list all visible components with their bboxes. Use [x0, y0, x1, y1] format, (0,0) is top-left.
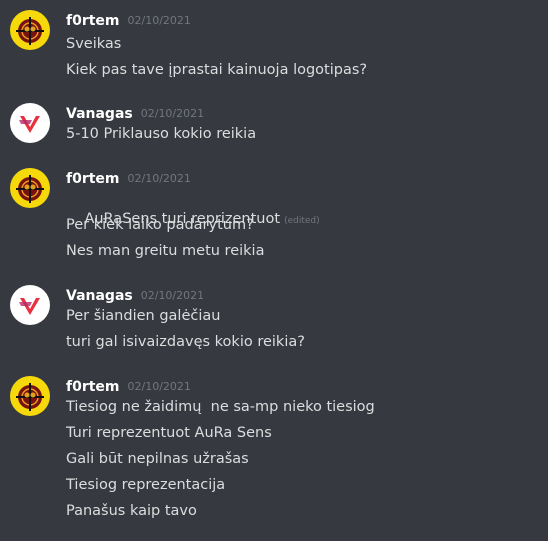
username[interactable]: f0rtem	[66, 379, 120, 395]
vanagas-avatar-icon[interactable]	[10, 285, 50, 325]
message-text: Tiesiog ne žaidimų ne sa-mp nieko tiesio…	[66, 399, 375, 415]
f0rtem-avatar-icon[interactable]	[10, 10, 50, 50]
message-group: f0rtem 02/10/2021 AuRaSens turi reprizent…	[0, 168, 548, 263]
vanagas-avatar-icon[interactable]	[10, 103, 50, 143]
message-text: Sveikas	[66, 36, 122, 52]
message-text: Per kiek laiko padarytum?	[66, 217, 254, 233]
message-header: f0rtem 02/10/2021	[66, 376, 191, 396]
message-group: Vanagas 02/10/2021 5-10 Priklauso kokio r…	[0, 103, 548, 148]
message-group: f0rtem 02/10/2021 Tiesiog ne žaidimų ne s…	[0, 376, 548, 526]
message-header: f0rtem 02/10/2021	[66, 10, 191, 30]
username[interactable]: Vanagas	[66, 106, 133, 122]
timestamp: 02/10/2021	[140, 107, 205, 120]
timestamp: 02/10/2021	[127, 380, 191, 393]
timestamp: 02/10/2021	[127, 172, 191, 185]
message-group: Vanagas 02/10/2021 Per šiandien galėčiau …	[0, 285, 548, 355]
message-text: Panašus kaip tavo	[66, 503, 197, 519]
message-text: turi gal isivaizdavęs kokio reikia?	[66, 334, 305, 350]
timestamp: 02/10/2021	[140, 289, 205, 302]
edited-label: (edited)	[284, 216, 320, 226]
message-text: Kiek pas tave įprastai kainuoja logotipa…	[66, 62, 368, 78]
message-header: Vanagas 02/10/2021	[66, 285, 204, 305]
message-group: f0rtem 02/10/2021 Sveikas Kiek pas tave į…	[0, 10, 548, 80]
timestamp: 02/10/2021	[127, 14, 191, 27]
message-text: Gali būt nepilnas užrašas	[66, 451, 249, 467]
f0rtem-avatar-icon[interactable]	[10, 168, 50, 208]
message-text: Tiesiog reprezentacija	[66, 477, 226, 493]
username[interactable]: Vanagas	[66, 288, 133, 304]
message-text: Per šiandien galėčiau	[66, 308, 221, 324]
message-text: Nes man greitu metu reikia	[66, 243, 265, 259]
username[interactable]: f0rtem	[66, 13, 120, 29]
message-text: Turi reprezentuot AuRa Sens	[66, 425, 272, 441]
message-header: Vanagas 02/10/2021	[66, 103, 204, 123]
username[interactable]: f0rtem	[66, 171, 120, 187]
message-text: 5-10 Priklauso kokio reikia	[66, 126, 257, 142]
message-header: f0rtem 02/10/2021	[66, 168, 191, 188]
f0rtem-avatar-icon[interactable]	[10, 376, 50, 416]
